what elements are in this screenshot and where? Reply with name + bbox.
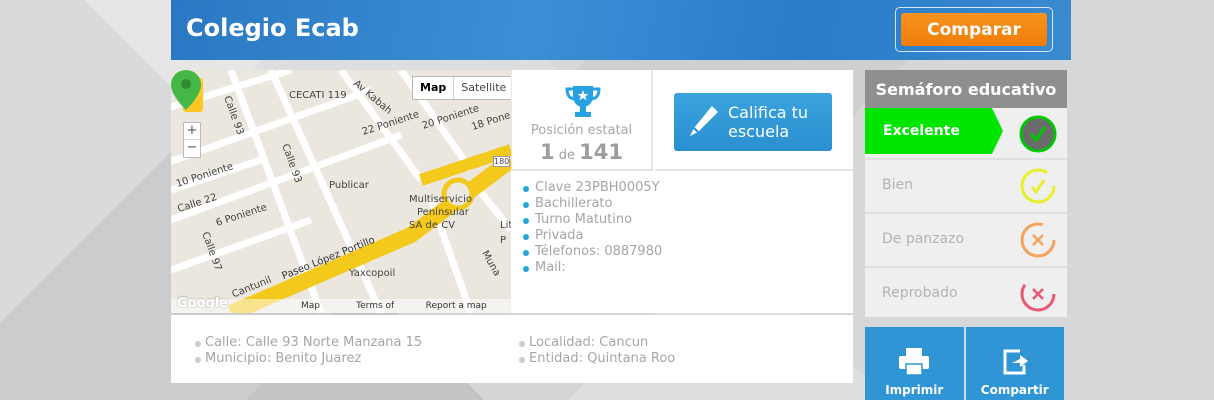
ranking-position: 1 (540, 140, 555, 164)
school-details-list: Clave 23PBH0005Y Bachillerato Turno Matu… (523, 180, 662, 276)
ranking-value: 1 de 141 (512, 140, 651, 164)
address-right: Localidad: Cancun Entidad: Quintana Roo (519, 335, 675, 367)
rate-school-button[interactable]: Califica tu escuela (674, 93, 832, 151)
semaforo-label: Excelente (883, 123, 960, 139)
compare-button-label: Comparar (901, 13, 1047, 46)
printer-icon (899, 348, 930, 376)
location-pin-icon (171, 70, 201, 110)
pencil-icon (690, 106, 718, 136)
address-card: Calle: Calle 93 Norte Manzana 15 Municip… (171, 315, 853, 383)
detail-level: Bachillerato (523, 196, 662, 212)
semaforo-label: Bien (882, 177, 913, 193)
map-label: Yaxcopoil (349, 268, 396, 279)
address-locality: Localidad: Cancun (519, 335, 675, 351)
semaforo-level-bien: Bien (865, 160, 1067, 214)
state-ranking: Posición estatal 1 de 141 (511, 70, 653, 171)
detail-phone: Télefonos: 0887980 (523, 244, 662, 260)
detail-type: Privada (523, 228, 662, 244)
share-label: Compartir (980, 383, 1049, 397)
ranking-total: 141 (579, 140, 623, 164)
map-label: Lit (500, 220, 511, 231)
x-circle-icon (1020, 276, 1056, 312)
detail-clave: Clave 23PBH0005Y (523, 180, 662, 196)
x-circle-icon (1020, 222, 1056, 258)
semaforo-level-excelente: Excelente (865, 108, 1067, 160)
map-label: SA de CV (409, 220, 456, 231)
address-left: Calle: Calle 93 Norte Manzana 15 Municip… (195, 335, 422, 367)
semaforo-level-reprobado: Reprobado (865, 268, 1067, 320)
check-circle-icon (1019, 115, 1057, 153)
map-footer: Map Data Terms of Use Report a map error (171, 299, 511, 313)
address-municipality: Municipio: Benito Juarez (195, 351, 422, 367)
check-circle-icon (1020, 168, 1056, 204)
share-icon (1003, 349, 1028, 375)
zoom-out-button[interactable]: − (184, 140, 200, 157)
map-label: Peninsular (417, 207, 469, 218)
report-error-link[interactable]: Report a map error (426, 299, 511, 313)
map-label: CECATI 119 (289, 90, 347, 101)
map-type-toggle: Map Satellite (412, 76, 511, 100)
school-header: Colegio Ecab Comparar (171, 0, 1071, 60)
trophy-icon (565, 86, 601, 117)
zoom-in-button[interactable]: + (184, 123, 200, 140)
map-type-satellite[interactable]: Satellite (454, 77, 511, 99)
address-street: Calle: Calle 93 Norte Manzana 15 (195, 335, 422, 351)
address-state: Entidad: Quintana Roo (519, 351, 675, 367)
map-widget[interactable]: + − Map Satellite CECATI 119 Av Kabah Ca… (171, 70, 511, 313)
school-title: Colegio Ecab (186, 14, 359, 42)
detail-shift: Turno Matutino (523, 212, 662, 228)
ranking-label: Posición estatal (530, 123, 633, 138)
print-button[interactable]: Imprimir (865, 327, 964, 400)
semaforo-panel: Semáforo educativo Excelente Bien De pan… (865, 70, 1067, 317)
semaforo-label: Reprobado (882, 285, 958, 301)
rate-button-line2: escuela (728, 122, 790, 141)
print-label: Imprimir (885, 383, 944, 397)
detail-mail: Mail: (523, 260, 662, 276)
map-data-link[interactable]: Map Data (301, 299, 344, 313)
zoom-control: + − (183, 122, 201, 158)
compare-button[interactable]: Comparar (895, 7, 1053, 52)
terms-link[interactable]: Terms of Use (356, 299, 413, 313)
map-label: Publicar (329, 180, 369, 191)
map-label: P (500, 235, 507, 246)
map-label: Multiservicio (409, 194, 473, 205)
map-label: 180 (493, 156, 511, 167)
rate-button-line1: Califica tu (728, 103, 809, 122)
semaforo-label: De panzazo (882, 231, 965, 247)
school-info-card: + − Map Satellite CECATI 119 Av Kabah Ca… (171, 70, 853, 313)
ranking-de: de (558, 148, 576, 163)
actions-bar: Imprimir Compartir (865, 327, 1064, 400)
semaforo-level-de-panzazo: De panzazo (865, 214, 1067, 268)
semaforo-title: Semáforo educativo (865, 70, 1067, 108)
rate-box: Califica tu escuela (655, 70, 853, 171)
map-streets (171, 70, 511, 313)
share-button[interactable]: Compartir (965, 327, 1064, 400)
map-type-map[interactable]: Map (413, 77, 455, 99)
